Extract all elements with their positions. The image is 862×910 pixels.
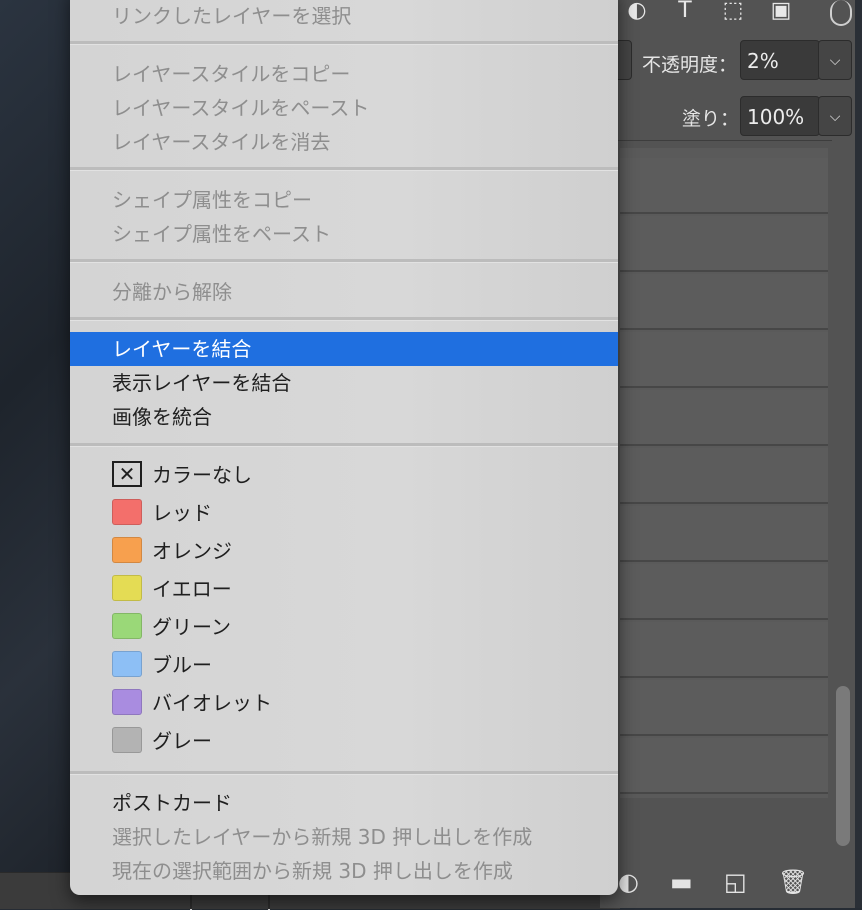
red-swatch-icon [112, 499, 142, 525]
layer-row[interactable] [620, 216, 828, 272]
layers-bottom-toolbar: ◐ ▬ ◱ 🗑 [600, 860, 862, 908]
menu-separator [70, 259, 618, 263]
violet-swatch-icon [112, 689, 142, 715]
menu-separator [70, 167, 618, 171]
menu-item-color-violet[interactable]: バイオレット [70, 686, 618, 720]
color-label: オレンジ [152, 539, 232, 563]
fill-dropdown-chevron-icon[interactable]: ⌵ [818, 96, 852, 136]
layer-row[interactable] [620, 274, 828, 330]
color-label: バイオレット [152, 691, 272, 715]
menu-item-new-3d-extrusion-from-selection[interactable]: 現在の選択範囲から新規 3D 押し出しを作成 [70, 854, 618, 888]
opacity-dropdown-chevron-icon[interactable]: ⌵ [818, 40, 852, 80]
menu-item-color-green[interactable]: グリーン [70, 610, 618, 644]
menu-item-copy-shape-attributes[interactable]: シェイプ属性をコピー [70, 183, 618, 217]
layer-row[interactable] [620, 506, 828, 562]
new-group-folder-icon[interactable]: ▬ [670, 868, 693, 896]
menu-item-merge-layers[interactable]: レイヤーを結合 [70, 332, 618, 366]
menu-item-merge-visible[interactable]: 表示レイヤーを結合 [70, 366, 618, 400]
menu-item-flatten-image[interactable]: 画像を統合 [70, 400, 618, 434]
color-label: グリーン [152, 615, 231, 639]
menu-item-select-linked-layers[interactable]: リンクしたレイヤーを選択 [70, 0, 618, 33]
menu-item-copy-layer-style[interactable]: レイヤースタイルをコピー [70, 57, 618, 91]
blue-swatch-icon [112, 651, 142, 677]
no-color-x-icon: ✕ [112, 461, 142, 487]
menu-item-color-gray[interactable]: グレー [70, 724, 618, 758]
filter-toggle-switch[interactable] [830, 0, 852, 26]
smart-object-filter-icon[interactable]: ▣ [768, 0, 794, 26]
adjustment-layer-filter-icon[interactable]: ◐ [624, 0, 650, 26]
layer-row[interactable] [620, 738, 828, 794]
menu-separator [70, 41, 618, 45]
yellow-swatch-icon [112, 575, 142, 601]
layer-row[interactable] [620, 332, 828, 388]
layers-scrollbar-thumb[interactable] [836, 686, 850, 846]
layer-row[interactable] [620, 680, 828, 736]
green-swatch-icon [112, 613, 142, 639]
menu-separator [70, 317, 618, 321]
color-label: カラーなし [152, 463, 252, 487]
layers-panel: ◐ T ⬚ ▣ ⌵ 不透明度： 2% ⌵ 塗り： 100% ⌵ ◐ ▬ ◱ 🗑 [594, 0, 862, 908]
menu-item-clear-layer-style[interactable]: レイヤースタイルを消去 [70, 125, 618, 159]
menu-item-color-blue[interactable]: ブルー [70, 648, 618, 682]
fill-input[interactable]: 100% [740, 96, 820, 136]
opacity-input[interactable]: 2% [740, 40, 820, 80]
opacity-row: ⌵ 不透明度： 2% ⌵ [594, 40, 862, 86]
layer-row[interactable] [620, 564, 828, 620]
layer-context-menu: リンクしたレイヤーを選択 レイヤースタイルをコピー レイヤースタイルをペースト … [70, 0, 618, 895]
menu-item-paste-shape-attributes[interactable]: シェイプ属性をペースト [70, 217, 618, 251]
color-label: イエロー [152, 577, 232, 601]
layer-filter-toolbar: ◐ T ⬚ ▣ [600, 0, 862, 36]
shape-layer-filter-icon[interactable]: ⬚ [720, 0, 746, 26]
menu-separator [70, 443, 618, 447]
type-layer-filter-icon[interactable]: T [672, 0, 698, 26]
orange-swatch-icon [112, 537, 142, 563]
menu-item-paste-layer-style[interactable]: レイヤースタイルをペースト [70, 91, 618, 125]
color-label: ブルー [152, 653, 212, 677]
delete-layer-trash-icon[interactable]: 🗑 [778, 868, 808, 896]
menu-item-new-3d-extrusion-from-layer[interactable]: 選択したレイヤーから新規 3D 押し出しを作成 [70, 820, 618, 854]
new-adjustment-layer-icon[interactable]: ◐ [618, 868, 639, 896]
layer-list[interactable] [620, 148, 828, 798]
new-layer-icon[interactable]: ◱ [724, 868, 747, 896]
menu-item-color-red[interactable]: レッド [70, 496, 618, 530]
window-edge [855, 0, 862, 908]
menu-item-release-from-isolation[interactable]: 分離から解除 [70, 275, 618, 309]
menu-item-color-none[interactable]: ✕ カラーなし [70, 458, 618, 492]
color-label: グレー [152, 729, 212, 753]
opacity-label: 不透明度： [642, 54, 738, 76]
gray-swatch-icon [112, 727, 142, 753]
menu-item-color-orange[interactable]: オレンジ [70, 534, 618, 568]
layer-row[interactable] [620, 158, 828, 214]
layer-row[interactable] [620, 390, 828, 446]
fill-label: 塗り： [682, 108, 740, 130]
menu-separator [70, 771, 618, 775]
color-label: レッド [152, 501, 212, 525]
fill-row: 塗り： 100% ⌵ [600, 94, 862, 141]
menu-item-postcard[interactable]: ポストカード [70, 786, 618, 820]
layer-row[interactable] [620, 448, 828, 504]
layer-row[interactable] [620, 622, 828, 678]
menu-item-color-yellow[interactable]: イエロー [70, 572, 618, 606]
